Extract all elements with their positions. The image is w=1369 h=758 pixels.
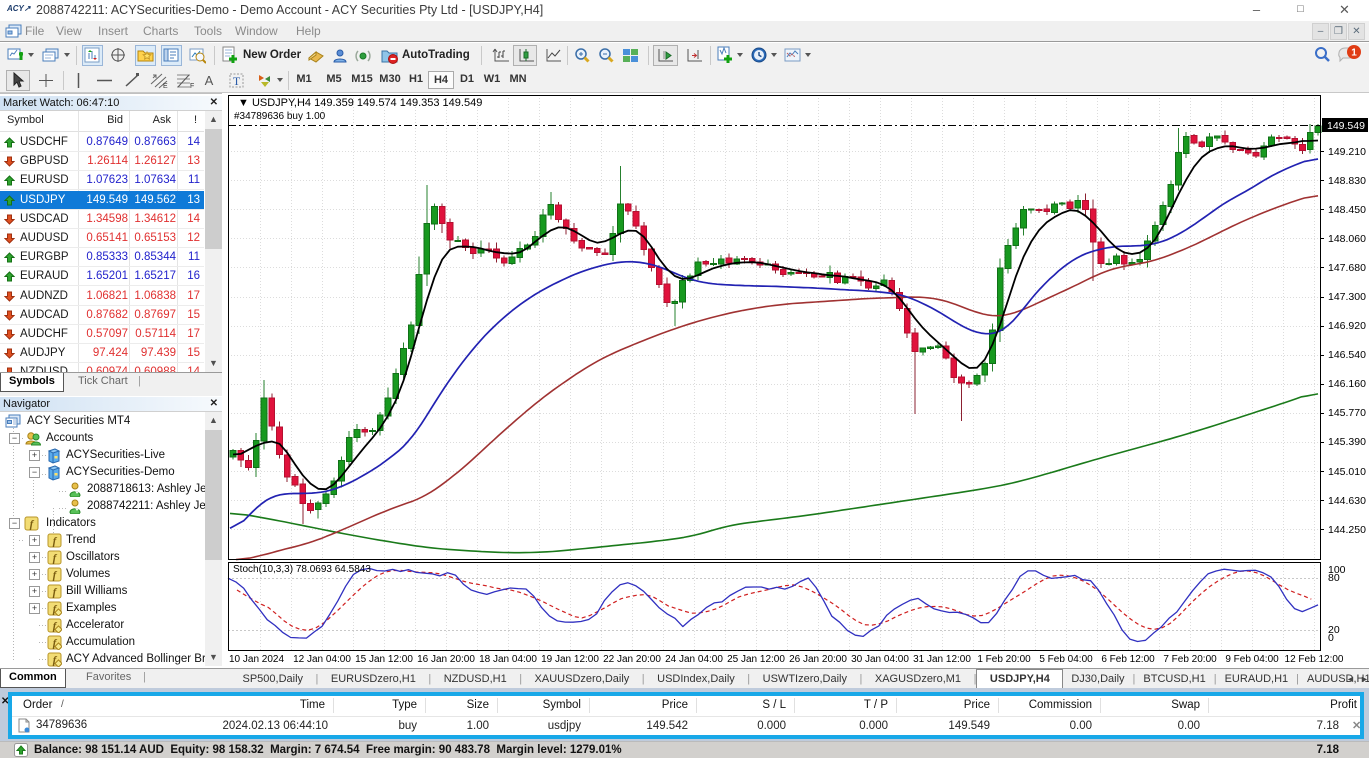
svg-text:18 Jan 04:00: 18 Jan 04:00	[479, 654, 537, 665]
svg-text:#34789636 buy 1.00: #34789636 buy 1.00	[234, 111, 326, 122]
svg-text:0: 0	[1328, 632, 1334, 644]
svg-text:144.250: 144.250	[1328, 524, 1366, 536]
svg-text:▼ USDJPY,H4 149.359 149.574 1: ▼ USDJPY,H4 149.359 149.574 149.353 149.…	[238, 97, 482, 109]
svg-text:12 Feb 12:00: 12 Feb 12:00	[1285, 654, 1344, 665]
svg-text:147.300: 147.300	[1328, 291, 1366, 303]
svg-text:22 Jan 20:00: 22 Jan 20:00	[603, 654, 661, 665]
svg-text:31 Jan 12:00: 31 Jan 12:00	[913, 654, 971, 665]
svg-text:147.680: 147.680	[1328, 262, 1366, 274]
svg-text:A: A	[205, 73, 214, 88]
svg-text:145.010: 145.010	[1328, 466, 1366, 478]
svg-text:146.920: 146.920	[1328, 320, 1366, 332]
svg-text:19 Jan 12:00: 19 Jan 12:00	[541, 654, 599, 665]
svg-text:145.390: 145.390	[1328, 436, 1366, 448]
svg-text:148.450: 148.450	[1328, 204, 1366, 216]
svg-text:12 Jan 04:00: 12 Jan 04:00	[293, 654, 351, 665]
svg-text:145.770: 145.770	[1328, 407, 1366, 419]
svg-text:6 Feb 12:00: 6 Feb 12:00	[1101, 654, 1155, 665]
svg-text:16 Jan 20:00: 16 Jan 20:00	[417, 654, 475, 665]
svg-text:E: E	[163, 83, 168, 89]
svg-text:F: F	[190, 83, 194, 89]
svg-text:30 Jan 04:00: 30 Jan 04:00	[851, 654, 909, 665]
svg-text:T: T	[233, 74, 241, 88]
svg-text:9 Feb 04:00: 9 Feb 04:00	[1225, 654, 1279, 665]
svg-text:Stoch(10,3,3) 78.0693 64.5843: Stoch(10,3,3) 78.0693 64.5843	[233, 564, 371, 575]
svg-text:146.540: 146.540	[1328, 349, 1366, 361]
svg-text:26 Jan 20:00: 26 Jan 20:00	[789, 654, 847, 665]
svg-text:1 Feb 20:00: 1 Feb 20:00	[977, 654, 1031, 665]
svg-text:149.549: 149.549	[1327, 120, 1365, 132]
svg-text:10 Jan 2024: 10 Jan 2024	[229, 654, 284, 665]
svg-text:1: 1	[1351, 48, 1357, 59]
svg-text:149.210: 149.210	[1328, 146, 1366, 158]
svg-text:80: 80	[1328, 572, 1340, 584]
svg-text:25 Jan 12:00: 25 Jan 12:00	[727, 654, 785, 665]
svg-text:146.160: 146.160	[1328, 378, 1366, 390]
svg-text:148.060: 148.060	[1328, 233, 1366, 245]
svg-text:15 Jan 12:00: 15 Jan 12:00	[355, 654, 413, 665]
svg-text:144.630: 144.630	[1328, 495, 1366, 507]
svg-text:7 Feb 20:00: 7 Feb 20:00	[1163, 654, 1217, 665]
svg-text:148.830: 148.830	[1328, 175, 1366, 187]
svg-text:5 Feb 04:00: 5 Feb 04:00	[1039, 654, 1093, 665]
svg-text:24 Jan 04:00: 24 Jan 04:00	[665, 654, 723, 665]
